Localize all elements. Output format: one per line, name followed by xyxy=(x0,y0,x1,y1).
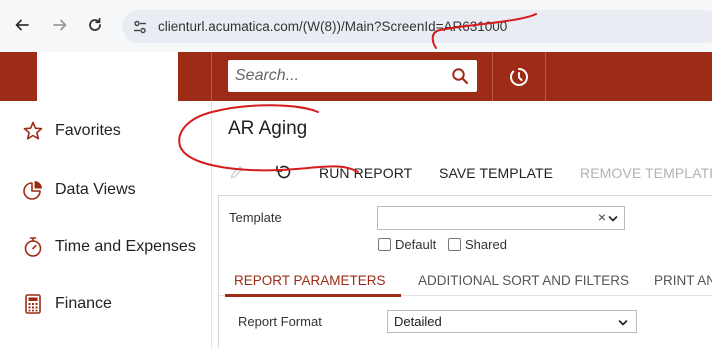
default-checkbox-row[interactable]: Default xyxy=(378,237,436,252)
search-box[interactable] xyxy=(228,60,477,92)
run-report-button[interactable]: RUN REPORT xyxy=(319,165,412,181)
undo-icon[interactable] xyxy=(274,163,292,181)
recent-history-button[interactable] xyxy=(493,52,545,101)
toolbar: RUN REPORT SAVE TEMPLATE REMOVE TEMPLATE xyxy=(212,157,712,189)
search-icon[interactable] xyxy=(451,67,469,85)
chevron-down-icon[interactable] xyxy=(618,318,628,328)
header-divider xyxy=(211,52,212,101)
sidebar-item-data-views[interactable]: Data Views xyxy=(0,162,211,218)
sidebar-item-finance[interactable]: Finance xyxy=(0,276,211,332)
top-header xyxy=(0,52,712,101)
page: clienturl.acumatica.com/(W(8))/Main?Scre… xyxy=(0,0,712,348)
reload-button[interactable] xyxy=(84,14,106,36)
shared-label: Shared xyxy=(465,237,507,252)
sidebar-item-time-and-expenses[interactable]: Time and Expenses xyxy=(0,219,211,275)
back-button[interactable] xyxy=(11,14,33,36)
sidebar-item-label: Time and Expenses xyxy=(55,238,196,255)
sidebar: Favorites Data Views Time and Expenses F… xyxy=(0,101,212,348)
arrow-left-icon xyxy=(15,19,29,31)
tab-strip: REPORT PARAMETERS ADDITIONAL SORT AND FI… xyxy=(219,266,712,297)
template-select[interactable]: × xyxy=(377,206,625,230)
sidebar-item-label: Favorites xyxy=(55,122,121,139)
tune-icon[interactable] xyxy=(132,19,148,35)
stopwatch-icon xyxy=(24,237,42,257)
tab-report-parameters[interactable]: REPORT PARAMETERS xyxy=(234,273,386,288)
active-tab-indicator xyxy=(225,294,401,297)
shared-checkbox-row[interactable]: Shared xyxy=(448,237,507,252)
template-label: Template xyxy=(229,210,282,225)
save-template-button[interactable]: SAVE TEMPLATE xyxy=(439,165,553,181)
history-clock-icon xyxy=(510,67,528,86)
logo-area[interactable] xyxy=(37,52,178,101)
report-format-label: Report Format xyxy=(238,314,322,329)
sidebar-item-label: Finance xyxy=(55,295,112,312)
forward-button[interactable] xyxy=(49,14,71,36)
header-divider xyxy=(545,52,546,101)
page-title: AR Aging xyxy=(228,118,308,139)
shared-checkbox[interactable] xyxy=(448,238,461,251)
calculator-icon xyxy=(25,294,41,314)
url-text[interactable]: clienturl.acumatica.com/(W(8))/Main?Scre… xyxy=(158,19,507,34)
tab-additional-sort-and-filters[interactable]: ADDITIONAL SORT AND FILTERS xyxy=(418,273,629,288)
search-input[interactable] xyxy=(228,61,438,91)
reload-icon xyxy=(89,17,101,31)
chevron-down-icon[interactable] xyxy=(608,214,618,224)
sidebar-item-label: Data Views xyxy=(55,181,136,198)
pie-chart-icon xyxy=(23,181,42,200)
report-form: Template × Default Shared REPORT PARAMET… xyxy=(218,195,712,348)
star-icon xyxy=(23,121,43,140)
report-format-select[interactable]: Detailed xyxy=(387,310,637,333)
remove-template-button[interactable]: REMOVE TEMPLATE xyxy=(580,165,712,181)
browser-bar: clienturl.acumatica.com/(W(8))/Main?Scre… xyxy=(0,0,712,52)
address-bar[interactable]: clienturl.acumatica.com/(W(8))/Main?Scre… xyxy=(122,10,712,43)
arrow-right-icon xyxy=(53,19,67,31)
report-format-value: Detailed xyxy=(394,314,442,329)
clear-icon[interactable]: × xyxy=(598,209,606,225)
main-content: AR Aging RUN REPORT SAVE TEMPLATE REMOVE… xyxy=(212,101,712,348)
default-checkbox[interactable] xyxy=(378,238,391,251)
edit-pencil-icon[interactable] xyxy=(228,163,246,181)
sidebar-item-favorites[interactable]: Favorites xyxy=(0,103,211,159)
tab-print-and-export[interactable]: PRINT AN xyxy=(654,273,712,288)
default-label: Default xyxy=(395,237,437,252)
